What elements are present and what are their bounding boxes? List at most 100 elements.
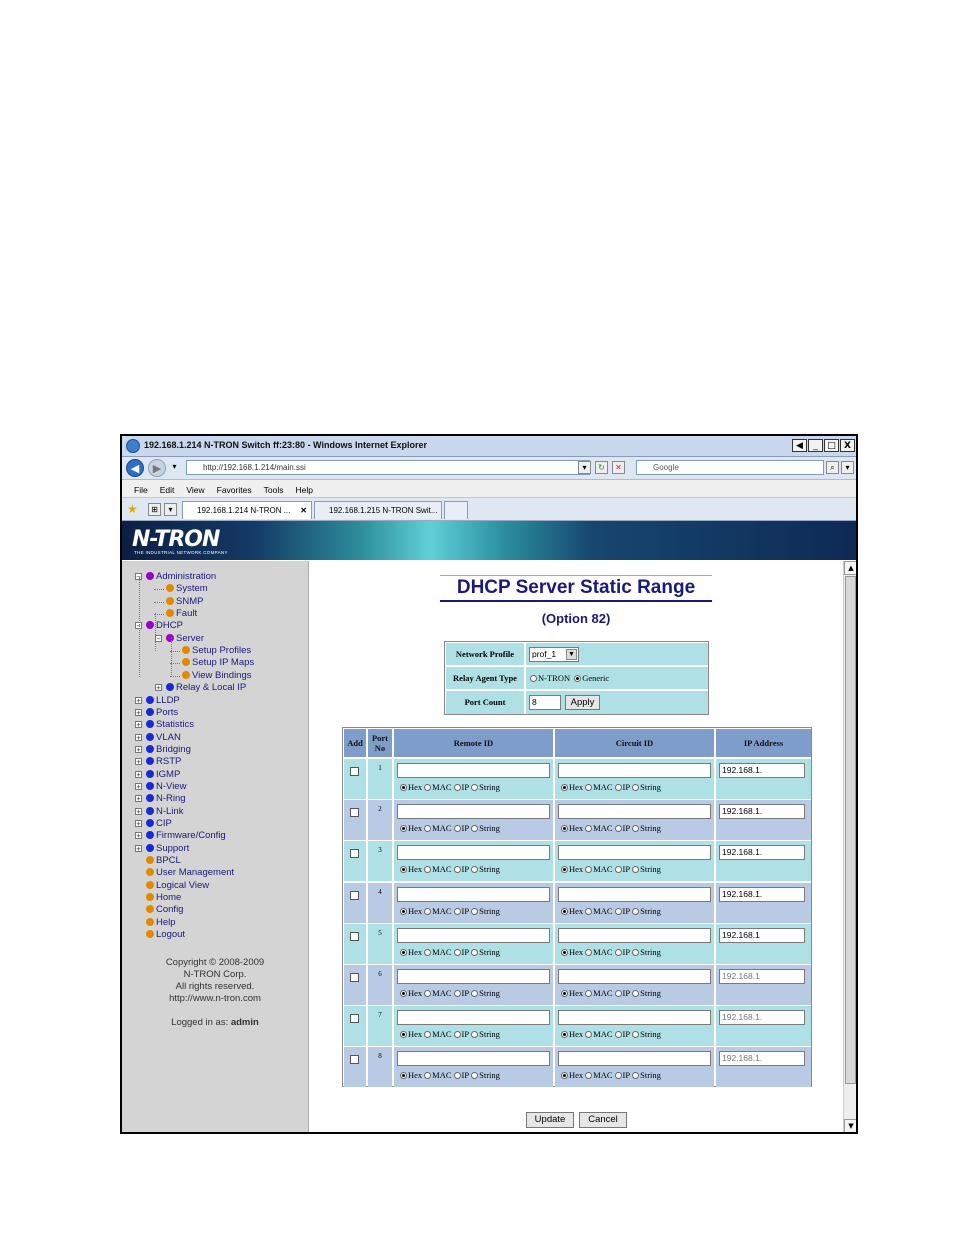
remote-hex-radio[interactable] <box>400 825 407 833</box>
add-checkbox[interactable] <box>350 890 359 900</box>
tree-expander-icon[interactable]: + <box>135 708 142 716</box>
tree-expander-icon[interactable]: + <box>135 820 142 828</box>
tree-expander-icon[interactable]: + <box>135 832 142 840</box>
menu-edit[interactable]: Edit <box>160 482 175 499</box>
apply-button[interactable]: Apply <box>565 695 600 710</box>
remote-string-radio[interactable] <box>471 866 479 874</box>
remote-mac-radio[interactable] <box>424 784 432 791</box>
circuit-ip-radio[interactable] <box>614 1031 622 1039</box>
ip-address-input[interactable]: 192.168.1. <box>719 804 805 820</box>
sidebar-item-setup-ip-maps[interactable]: Setup IP Maps <box>182 657 254 668</box>
remote-ip-radio[interactable] <box>453 907 461 915</box>
sidebar-item-n-view[interactable]: N-View <box>146 781 186 792</box>
circuit-hex-radio[interactable] <box>561 784 568 791</box>
cancel-button[interactable]: Cancel <box>579 1112 627 1128</box>
website-link[interactable]: http://www.n-tron.com <box>122 993 308 1005</box>
circuit-ip-radio[interactable] <box>614 990 622 997</box>
history-dropdown-icon[interactable]: ▾ <box>168 461 181 474</box>
circuit-id-input[interactable] <box>558 927 711 943</box>
scroll-up-icon[interactable]: ▲ <box>844 561 856 575</box>
tree-expander-icon[interactable]: + <box>135 795 142 803</box>
circuit-mac-radio[interactable] <box>585 1072 593 1080</box>
circuit-hex-radio[interactable] <box>561 825 568 833</box>
remote-id-input[interactable] <box>397 927 550 943</box>
circuit-mac-radio[interactable] <box>585 825 593 833</box>
circuit-hex-radio[interactable] <box>561 990 568 997</box>
remote-ip-radio[interactable] <box>453 1072 461 1080</box>
remote-ip-radio[interactable] <box>453 1031 461 1039</box>
sidebar-item-igmp[interactable]: IGMP <box>146 769 180 780</box>
circuit-hex-radio[interactable] <box>561 1031 568 1039</box>
sidebar-item-lldp[interactable]: LLDP <box>146 695 180 706</box>
circuit-mac-radio[interactable] <box>585 1031 593 1039</box>
circuit-string-radio[interactable] <box>632 1072 640 1080</box>
relay-ntron-radio[interactable] <box>530 675 537 682</box>
sidebar-item-view-bindings[interactable]: View Bindings <box>182 670 252 681</box>
add-checkbox[interactable] <box>350 767 359 776</box>
sidebar-item-home[interactable]: Home <box>146 892 181 903</box>
remote-hex-radio[interactable] <box>400 866 407 874</box>
circuit-id-input[interactable] <box>558 1051 711 1067</box>
scroll-down-icon[interactable]: ▼ <box>844 1119 856 1132</box>
remote-mac-radio[interactable] <box>424 866 432 874</box>
circuit-string-radio[interactable] <box>632 1031 640 1039</box>
tab-second[interactable]: 192.168.1.215 N-TRON Swit... <box>314 501 442 519</box>
ip-address-input[interactable]: 192.168.1. <box>719 886 805 902</box>
tree-expander-icon[interactable]: + <box>135 733 142 741</box>
menu-file[interactable]: File <box>134 482 148 499</box>
sidebar-item-ports[interactable]: Ports <box>146 707 178 718</box>
menu-view[interactable]: View <box>186 482 204 499</box>
circuit-id-input[interactable] <box>558 804 711 820</box>
remote-id-input[interactable] <box>397 845 550 861</box>
circuit-hex-radio[interactable] <box>561 907 568 915</box>
menu-help[interactable]: Help <box>295 482 312 499</box>
remote-hex-radio[interactable] <box>400 990 407 997</box>
circuit-string-radio[interactable] <box>632 784 640 791</box>
tree-expander-icon[interactable]: + <box>135 770 142 778</box>
tree-expander-icon[interactable]: + <box>135 745 142 753</box>
remote-mac-radio[interactable] <box>424 1072 432 1080</box>
remote-ip-radio[interactable] <box>453 866 461 874</box>
minimize-button[interactable]: _ <box>808 439 823 452</box>
circuit-ip-radio[interactable] <box>614 784 622 791</box>
sidebar-item-snmp[interactable]: SNMP <box>166 596 203 607</box>
sidebar-item-help[interactable]: Help <box>146 917 176 928</box>
circuit-id-input[interactable] <box>558 845 711 861</box>
url-dropdown-icon[interactable]: ▾ <box>578 461 591 474</box>
tree-expander-icon[interactable]: + <box>135 721 142 729</box>
circuit-hex-radio[interactable] <box>561 866 568 874</box>
sidebar-item-administration[interactable]: Administration <box>146 571 216 582</box>
sidebar-item-n-link[interactable]: N-Link <box>146 806 183 817</box>
tree-expander-icon[interactable]: + <box>135 758 142 766</box>
circuit-ip-radio[interactable] <box>614 825 622 833</box>
remote-string-radio[interactable] <box>471 1072 479 1080</box>
sidebar-item-relay-local-ip[interactable]: Relay & Local IP <box>166 682 246 693</box>
sidebar-item-n-ring[interactable]: N-Ring <box>146 793 186 804</box>
circuit-mac-radio[interactable] <box>585 784 593 791</box>
forward-icon[interactable]: ▶ <box>148 459 166 477</box>
sidebar-item-logout[interactable]: Logout <box>146 929 185 940</box>
favorites-star-icon[interactable]: ★ <box>127 502 138 516</box>
ip-address-input[interactable]: 192.168.1. <box>719 1051 805 1067</box>
remote-id-input[interactable] <box>397 1051 550 1067</box>
remote-ip-radio[interactable] <box>453 990 461 997</box>
remote-id-input[interactable] <box>397 804 550 820</box>
tree-expander-icon[interactable]: + <box>135 696 142 704</box>
circuit-string-radio[interactable] <box>632 825 640 833</box>
remote-ip-radio[interactable] <box>453 784 461 791</box>
sidebar-item-rstp[interactable]: RSTP <box>146 756 181 767</box>
tree-expander-icon[interactable]: + <box>135 782 142 790</box>
search-options-icon[interactable]: ▾ <box>841 461 854 474</box>
ip-address-input[interactable]: 192.168.1 <box>719 969 805 984</box>
circuit-ip-radio[interactable] <box>614 948 622 956</box>
sidebar-item-user-management[interactable]: User Management <box>146 867 234 878</box>
remote-string-radio[interactable] <box>471 784 479 791</box>
ip-address-input[interactable]: 192.168.1. <box>719 845 805 861</box>
circuit-id-input[interactable] <box>558 763 711 778</box>
remote-string-radio[interactable] <box>471 907 479 915</box>
remote-mac-radio[interactable] <box>424 990 432 997</box>
circuit-string-radio[interactable] <box>632 948 640 956</box>
update-button[interactable]: Update <box>526 1112 574 1128</box>
remote-hex-radio[interactable] <box>400 907 407 915</box>
remote-id-input[interactable] <box>397 969 550 984</box>
